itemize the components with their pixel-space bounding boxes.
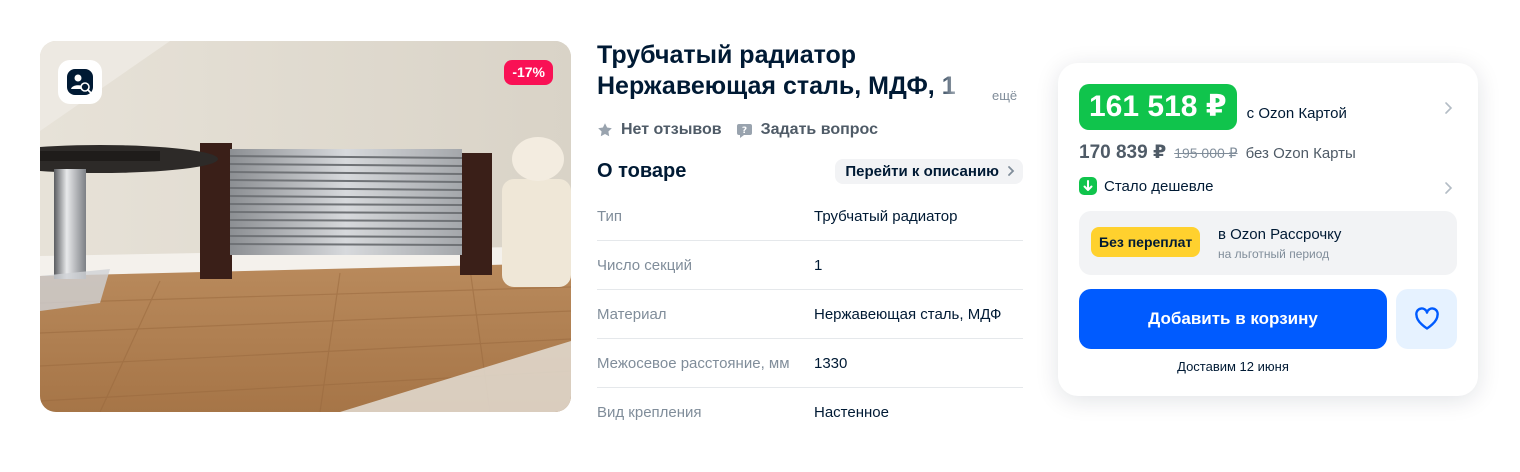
price-dropped-label: Стало дешевле xyxy=(1104,177,1214,195)
chevron-right-icon[interactable] xyxy=(1444,181,1453,195)
image-search-icon xyxy=(67,69,93,95)
spec-key: Тип xyxy=(597,207,623,225)
ask-question-label: Задать вопрос xyxy=(760,121,878,138)
spec-row: Тип Трубчатый радиатор xyxy=(597,192,1023,241)
arrow-down-icon xyxy=(1079,177,1097,195)
image-search-button[interactable] xyxy=(58,60,102,104)
spec-key: Число секций xyxy=(597,256,693,274)
card-price: 161 518 ₽ xyxy=(1079,84,1237,130)
title-more-link[interactable]: ещё xyxy=(992,88,1017,103)
chevron-right-icon xyxy=(1008,166,1015,176)
installment-offer[interactable]: Без переплат в Ozon Рассрочку на льготны… xyxy=(1079,211,1457,275)
reviews-link[interactable]: Нет отзывов xyxy=(597,121,722,139)
regular-price-row: 170 839 ₽ 195 000 ₽ без Ozon Карты xyxy=(1079,141,1356,164)
spec-value: Трубчатый радиатор xyxy=(814,207,958,225)
spec-value: Настенное xyxy=(814,403,889,421)
spec-row: Вид крепления Настенное xyxy=(597,388,1023,436)
spec-key: Материал xyxy=(597,305,667,323)
go-to-description-label: Перейти к описанию xyxy=(845,162,999,180)
chevron-right-icon[interactable] xyxy=(1444,101,1453,115)
go-to-description-button[interactable]: Перейти к описанию xyxy=(835,158,1023,184)
spec-row: Материал Нержавеющая сталь, МДФ xyxy=(597,290,1023,339)
product-info: Трубчатый радиатор Нержавеющая сталь, МД… xyxy=(597,40,1023,436)
radiator-photo-image xyxy=(40,41,571,412)
installment-subtitle: на льготный период xyxy=(1218,247,1330,261)
installment-badge: Без переплат xyxy=(1091,227,1201,257)
favorite-button[interactable] xyxy=(1396,289,1457,349)
buy-card: 161 518 ₽ с Ozon Картой 170 839 ₽ 195 00… xyxy=(1058,63,1478,396)
ask-question-link[interactable]: ? Задать вопрос xyxy=(736,121,878,139)
spec-key: Вид крепления xyxy=(597,403,702,421)
spec-key: Межосевое расстояние, мм xyxy=(597,354,790,372)
about-header: О товаре Перейти к описанию xyxy=(597,158,1023,184)
spec-value: 1330 xyxy=(814,354,848,372)
star-icon xyxy=(598,123,612,137)
question-chat-icon: ? xyxy=(736,123,752,138)
delivery-date: Доставим 12 июня xyxy=(1177,359,1289,374)
spec-row: Число секций 1 xyxy=(597,241,1023,290)
regular-price: 170 839 ₽ xyxy=(1079,142,1167,163)
about-title: О товаре xyxy=(597,159,687,182)
regular-price-note: без Ozon Карты xyxy=(1245,145,1356,162)
rating-row: Нет отзывов ? Задать вопрос xyxy=(597,121,1023,139)
reviews-label: Нет отзывов xyxy=(621,121,722,138)
svg-text:?: ? xyxy=(741,126,746,136)
product-title-text: Трубчатый радиатор Нержавеющая сталь, МД… xyxy=(597,41,956,100)
installment-title: в Ozon Рассрочку xyxy=(1218,226,1342,243)
spec-table: Тип Трубчатый радиатор Число секций 1 Ма… xyxy=(597,192,1023,436)
price-dropped-row[interactable]: Стало дешевле xyxy=(1079,177,1214,195)
spec-value: Нержавеющая сталь, МДФ xyxy=(814,305,1002,323)
title-fade xyxy=(935,71,975,102)
add-to-cart-button[interactable]: Добавить в корзину xyxy=(1079,289,1387,349)
spec-row: Межосевое расстояние, мм 1330 xyxy=(597,339,1023,388)
old-price: 195 000 ₽ xyxy=(1174,145,1238,161)
product-page: -17% Трубчатый радиатор Нержавеющая стал… xyxy=(0,0,1520,472)
product-photo[interactable]: -17% xyxy=(40,41,571,412)
product-title: Трубчатый радиатор Нержавеющая сталь, МД… xyxy=(597,40,975,102)
heart-icon xyxy=(1414,307,1439,330)
card-price-row[interactable]: 161 518 ₽ с Ozon Картой xyxy=(1079,84,1347,130)
spec-value: 1 xyxy=(814,256,823,274)
card-price-note: с Ozon Картой xyxy=(1246,104,1347,122)
discount-badge: -17% xyxy=(504,60,553,85)
